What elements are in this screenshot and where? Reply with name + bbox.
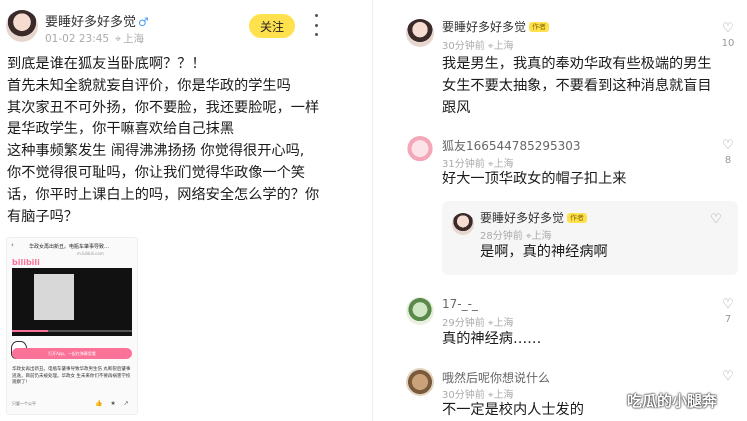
embed-footer: 只要一个公平 (12, 401, 36, 406)
like-count: 10 (721, 38, 735, 49)
reply-meta: 28分钟前 ⌖上海 (480, 231, 552, 242)
comment-text: 好大一顶华政女的帽子扣上来 (442, 171, 627, 187)
author-avatar[interactable] (6, 10, 38, 42)
panel-divider (372, 0, 373, 421)
post-line: 这种事频繁发生 闹得沸沸扬扬 你觉得很开心吗, (7, 143, 305, 160)
like-icon[interactable]: ♡ (720, 298, 736, 312)
embed-title: 华政女再出新丑。电瓶车肇事导致… (29, 244, 110, 250)
open-app-bar: 打开App，一起在弹幕里看 (12, 348, 132, 359)
location-icon: ⌖ (115, 33, 122, 45)
commenter-name[interactable]: 哦然后呢你想说什么 (442, 369, 550, 386)
post-meta: 01-02 23:45 ⌖ 上海 (45, 33, 145, 45)
comment-text: 跟风 (442, 100, 471, 116)
like-count: 8 (724, 155, 732, 166)
like-count: 7 (724, 314, 732, 325)
back-icon: ‹ (11, 241, 14, 249)
post-line: 话，你平时上课白上的吗，网络安全怎么学的？你 (7, 186, 320, 203)
like-icon[interactable]: ♡ (720, 370, 736, 384)
embed-caption: 华政女再出新丑。电瓶车肇事导致华政男生伤 丸断裂后肇事逃逸，目前仍未被处理。华政… (12, 367, 131, 385)
post-line: 有脑子吗？ (7, 208, 78, 225)
comment-text: 不一定是校内人士发的 (442, 402, 584, 418)
reply-thread: 要睡好多好多觉 作者 28分钟前 ⌖上海 ♡ 是啊，真的神经病啊 (442, 201, 738, 275)
commenter-name[interactable]: 狐友166544785295303 (442, 137, 581, 154)
commenter-name[interactable]: 要睡好多好多觉 作者 (442, 18, 550, 35)
post-line: 是华政学生，你干嘛喜欢给自己抹黑 (7, 121, 235, 138)
commenter-avatar[interactable] (406, 136, 434, 164)
author-badge: 作者 (529, 22, 550, 32)
reply-text: 是啊，真的神经病啊 (480, 244, 608, 260)
embedded-screenshot[interactable]: ‹ 华政女再出新丑。电瓶车肇事导致… m.bilibili.com bilibi… (6, 237, 138, 415)
post-panel: 要睡好多好多觉 ♂ 01-02 23:45 ⌖ 上海 关注 到底是谁在狐友当卧底啊？？… (0, 0, 336, 421)
post-line: 其次家丑不可外扬，你不要脸，我还要脸呢，一样 (7, 99, 320, 116)
commenter-avatar[interactable] (406, 297, 434, 325)
commenter-name[interactable]: 17-_-_ (442, 297, 478, 311)
comment-text: 女生不要太抽象，不要看到这种消息就盲目 (442, 78, 712, 94)
bilibili-logo: bilibili (12, 258, 40, 267)
embed-video (12, 268, 132, 336)
watermark: 吃瓜的小腿奔 (627, 392, 718, 410)
video-frame (34, 274, 74, 320)
comment-text: 我是男生，我真的奉劝华政有些极端的男生 (442, 56, 712, 72)
follow-button[interactable]: 关注 (249, 14, 295, 38)
video-progress (12, 330, 132, 332)
comment-text: 真的神经病…… (442, 331, 542, 347)
author-name[interactable]: 要睡好多好多觉 ♂ (45, 11, 149, 30)
comments-panel: 要睡好多好多觉 作者 30分钟前 ⌖上海 ♡ 10 我是男生，我真的奉劝华政有些极… (400, 0, 747, 421)
reply-avatar[interactable] (452, 213, 474, 235)
comment-meta: 30分钟前 ⌖上海 (442, 390, 514, 401)
post-line: 你不觉得很可耻吗，你让我们觉得华政像一个笑 (7, 164, 305, 181)
like-icon[interactable]: ♡ (708, 213, 724, 227)
reply-name[interactable]: 要睡好多好多觉 作者 (480, 209, 588, 226)
like-icon[interactable]: ♡ (720, 139, 736, 153)
more-options-icon[interactable] (313, 14, 319, 36)
like-icon[interactable]: ♡ (720, 22, 736, 36)
commenter-avatar[interactable] (406, 19, 434, 47)
embed-url: m.bilibili.com (77, 251, 104, 256)
post-line: 首先未知全貌就妄自评价，你是华政的学生吗 (7, 77, 291, 94)
comment-meta: 29分钟前 ⌖上海 (442, 318, 514, 329)
post-body: 到底是谁在狐友当卧底啊？？！ 首先未知全貌就妄自评价，你是华政的学生吗 其次家丑… (7, 54, 335, 228)
comment-meta: 30分钟前 ⌖上海 (442, 41, 514, 52)
comment-meta: 31分钟前 ⌖上海 (442, 159, 514, 170)
commenter-avatar[interactable] (406, 368, 434, 396)
post-line: 到底是谁在狐友当卧底啊？？！ (7, 56, 206, 72)
embed-action-icons: 👍 ★ ↗ (95, 400, 132, 407)
author-badge: 作者 (567, 213, 588, 223)
male-icon: ♂ (138, 15, 149, 29)
